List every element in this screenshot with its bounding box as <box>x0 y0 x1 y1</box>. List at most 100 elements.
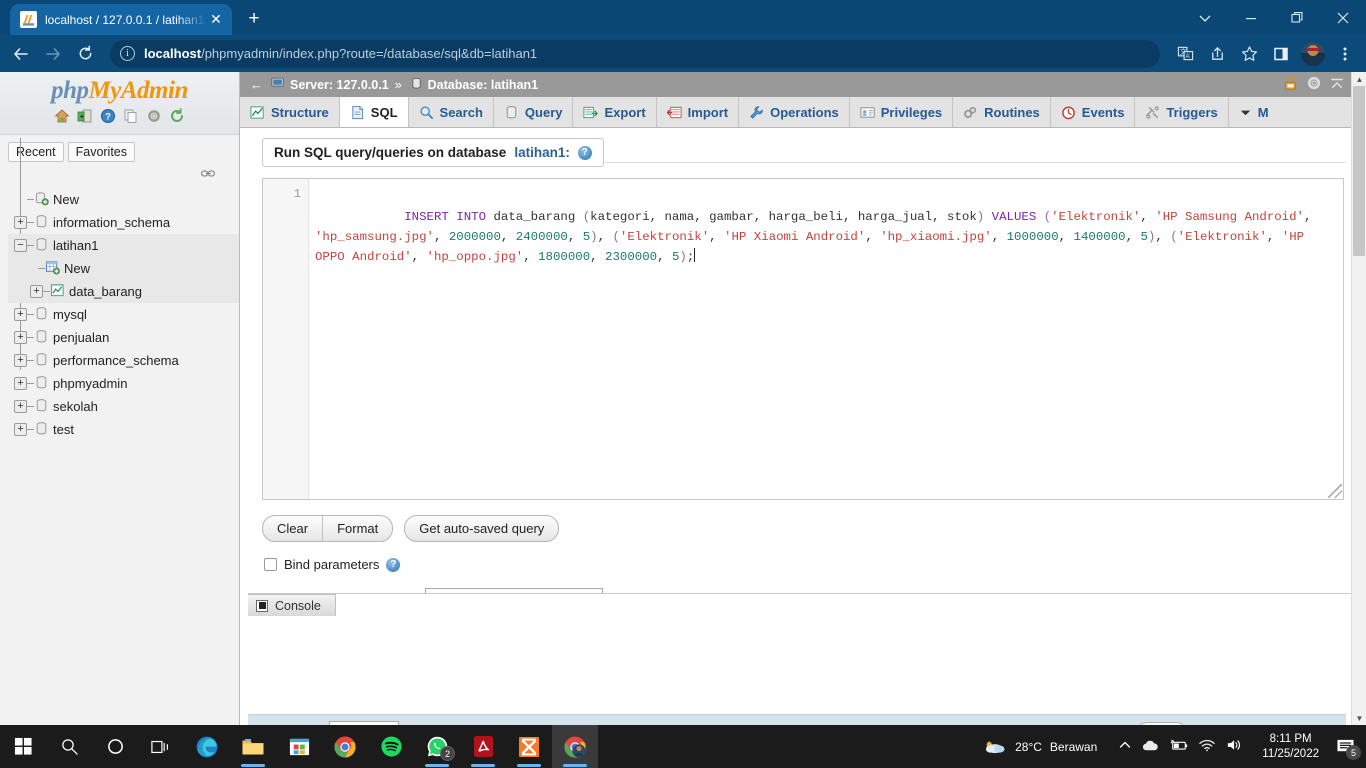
battery-charging-icon[interactable] <box>1170 739 1188 755</box>
console-toggle[interactable]: Console <box>248 594 336 616</box>
favorites-tab[interactable]: Favorites <box>67 142 136 162</box>
help-icon[interactable]: ? <box>386 557 401 572</box>
forward-button[interactable] <box>38 39 68 69</box>
edge-button[interactable] <box>184 725 230 768</box>
tab-import[interactable]: Import <box>657 97 740 127</box>
share-icon[interactable] <box>1202 39 1232 69</box>
site-info-icon[interactable]: i <box>120 46 135 61</box>
breadcrumb-database-label[interactable]: Database: latihan1 <box>428 78 538 92</box>
task-view-button[interactable] <box>138 725 184 768</box>
search-button[interactable] <box>46 725 92 768</box>
browser-menu-icon[interactable] <box>1330 39 1360 69</box>
scroll-down-arrow[interactable]: ▼ <box>1352 711 1366 725</box>
minimize-button[interactable] <box>1228 0 1274 35</box>
tree-item-new-database[interactable]: New <box>8 188 239 211</box>
copy-icon[interactable] <box>123 108 139 124</box>
get-auto-saved-query-button[interactable]: Get auto-saved query <box>404 515 560 542</box>
start-button[interactable] <box>0 725 46 768</box>
page-scrollbar[interactable]: ▲ ▼ <box>1351 72 1366 725</box>
clear-button[interactable]: Clear <box>263 516 322 541</box>
onedrive-cloud-icon[interactable] <box>1142 739 1159 755</box>
tree-item-phpmyadmin[interactable]: + phpmyadmin <box>8 372 239 395</box>
whatsapp-button[interactable]: 2 <box>414 725 460 768</box>
tab-events[interactable]: Events <box>1051 97 1136 127</box>
tab-privileges[interactable]: Privileges <box>850 97 954 127</box>
tab-close-icon[interactable]: ✕ <box>206 10 226 30</box>
close-window-button[interactable] <box>1320 0 1366 35</box>
tree-item-latihan1[interactable]: − latihan1 <box>8 234 239 257</box>
tree-expand-toggle[interactable]: + <box>14 400 27 413</box>
tab-sql[interactable]: SQL <box>339 97 409 127</box>
back-button[interactable] <box>6 39 36 69</box>
sql-query-editor[interactable]: 1 INSERT INTO data_barang (kategori, nam… <box>262 178 1344 500</box>
tree-expand-toggle[interactable]: + <box>30 285 43 298</box>
chrome-button[interactable] <box>322 725 368 768</box>
tree-item-new-table[interactable]: New <box>8 257 239 280</box>
breadcrumb-back-icon[interactable]: ← <box>244 77 269 92</box>
tree-item-performance-schema[interactable]: + performance_schema <box>8 349 239 372</box>
translate-icon[interactable]: 文 A <box>1170 39 1200 69</box>
tab-operations[interactable]: Operations <box>739 97 850 127</box>
tree-expand-toggle[interactable]: + <box>14 308 27 321</box>
browser-tab[interactable]: localhost / 127.0.0.1 / latihan1 | p ✕ <box>10 4 232 35</box>
collapse-header-icon[interactable] <box>1330 76 1344 93</box>
new-tab-button[interactable]: + <box>240 5 268 33</box>
breadcrumb-server-label[interactable]: Server: 127.0.0.1 <box>290 78 389 92</box>
phpmyadmin-logo[interactable]: phpMyAdmin <box>0 76 239 106</box>
tree-expand-toggle[interactable]: + <box>14 377 27 390</box>
bookmark-star-icon[interactable] <box>1234 39 1264 69</box>
spotify-button[interactable] <box>368 725 414 768</box>
tab-structure[interactable]: Structure <box>240 97 340 127</box>
tab-more-menu[interactable]: M <box>1229 97 1279 127</box>
tab-triggers[interactable]: Triggers <box>1135 97 1229 127</box>
settings-gear-icon[interactable] <box>1306 75 1322 94</box>
scroll-up-arrow[interactable]: ▲ <box>1352 72 1366 86</box>
show-hidden-icons-chevron[interactable] <box>1119 739 1131 754</box>
tree-item-mysql[interactable]: + mysql <box>8 303 239 326</box>
maximize-button[interactable] <box>1274 0 1320 35</box>
tree-expand-toggle[interactable]: + <box>14 216 27 229</box>
acrobat-button[interactable] <box>460 725 506 768</box>
tree-item-data-barang[interactable]: + data_barang <box>8 280 239 303</box>
notifications-button[interactable]: 5 <box>1328 725 1362 768</box>
tree-item-information-schema[interactable]: + information_schema <box>8 211 239 234</box>
tree-item-penjualan[interactable]: + penjualan <box>8 326 239 349</box>
tab-search-button[interactable] <box>1182 0 1228 35</box>
bind-parameters-checkbox[interactable] <box>264 558 277 571</box>
tree-expand-toggle[interactable]: + <box>14 423 27 436</box>
scrollbar-thumb[interactable] <box>1353 86 1365 256</box>
format-button[interactable]: Format <box>322 516 392 541</box>
tab-query[interactable]: Query <box>494 97 574 127</box>
clock[interactable]: 8:11 PM 11/25/2022 <box>1253 732 1328 762</box>
tab-routines[interactable]: Routines <box>953 97 1051 127</box>
tree-collapse-toggle[interactable]: − <box>14 239 27 252</box>
tab-search[interactable]: Search <box>409 97 494 127</box>
file-explorer-button[interactable] <box>230 725 276 768</box>
help-docs-icon[interactable]: ? <box>100 108 116 124</box>
tree-item-test[interactable]: + test <box>8 418 239 441</box>
wifi-icon[interactable] <box>1199 739 1216 755</box>
weather-widget[interactable]: 28°C Berawan <box>971 735 1109 758</box>
link-with-main-panel-icon[interactable] <box>201 168 216 182</box>
logout-icon[interactable] <box>77 108 93 124</box>
store-button[interactable] <box>276 725 322 768</box>
xampp-button[interactable] <box>506 725 552 768</box>
help-icon[interactable]: ? <box>577 145 592 160</box>
editor-resize-handle[interactable] <box>1328 484 1342 498</box>
home-icon[interactable] <box>54 108 70 124</box>
refresh-icon[interactable] <box>169 108 185 124</box>
address-bar[interactable]: i localhost/phpmyadmin/index.php?route=/… <box>110 39 1160 68</box>
cortana-button[interactable] <box>92 725 138 768</box>
reload-button[interactable] <box>70 39 100 69</box>
tree-item-sekolah[interactable]: + sekolah <box>8 395 239 418</box>
profile-avatar[interactable] <box>1298 39 1328 69</box>
recent-tab[interactable]: Recent <box>8 142 64 162</box>
settings-gear-icon[interactable] <box>146 108 162 124</box>
tree-expand-toggle[interactable]: + <box>14 331 27 344</box>
sql-code-area[interactable]: INSERT INTO data_barang (kategori, nama,… <box>309 179 1343 499</box>
lock-icon[interactable] <box>1283 76 1298 94</box>
tab-export[interactable]: Export <box>573 97 657 127</box>
tree-expand-toggle[interactable]: + <box>14 354 27 367</box>
chrome-profile-button[interactable] <box>552 725 598 768</box>
side-panel-icon[interactable] <box>1266 39 1296 69</box>
